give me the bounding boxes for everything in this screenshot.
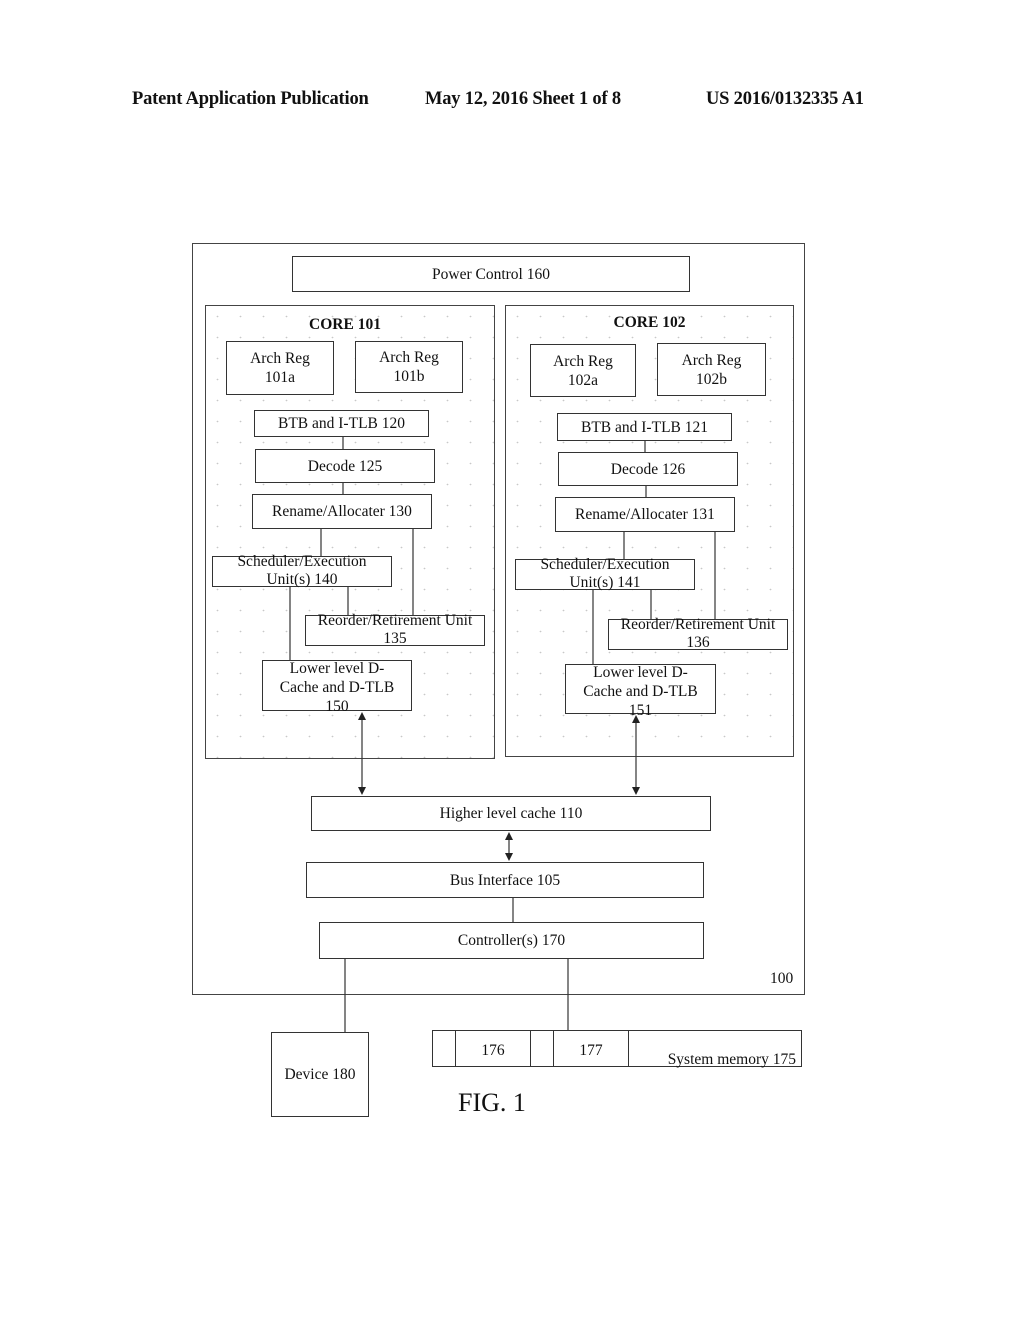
arch-reg-101b-label: Arch Reg 101b xyxy=(379,349,439,385)
decode-126-label: Decode 126 xyxy=(610,460,686,478)
rename-allocater-131: Rename/Allocater 131 xyxy=(555,497,735,532)
memory-segment-177: 177 xyxy=(553,1030,629,1067)
dcache-dtlb-150-label: Lower level D-Cache and D-TLB 150 xyxy=(279,660,395,715)
decode-125: Decode 125 xyxy=(255,449,435,483)
core-101-title: CORE 101 xyxy=(309,316,381,333)
btb-itlb-120-label: BTB and I-TLB 120 xyxy=(278,415,405,432)
arch-reg-101a: Arch Reg 101a xyxy=(226,341,334,395)
arch-reg-102b-label: Arch Reg 102b xyxy=(681,351,742,388)
decode-125-label: Decode 125 xyxy=(307,457,383,475)
dcache-dtlb-151-label: Lower level D-Cache and D-TLB 151 xyxy=(583,664,698,719)
figure-caption: FIG. 1 xyxy=(458,1088,526,1117)
scheduler-execution-141-label: Scheduler/Execution Unit(s) 141 xyxy=(540,556,670,591)
memory-segment-176-label: 176 xyxy=(481,1042,505,1059)
scheduler-execution-140: Scheduler/Execution Unit(s) 140 xyxy=(212,553,392,588)
arch-reg-102b: Arch Reg 102b xyxy=(657,343,766,396)
memory-segment-177-label: 177 xyxy=(579,1042,603,1059)
power-control-box: Power Control 160 xyxy=(292,256,690,292)
dcache-dtlb-150: Lower level D-Cache and D-TLB 150 xyxy=(262,660,412,715)
arch-reg-101b: Arch Reg 101b xyxy=(355,341,463,393)
higher-level-cache-110-label: Higher level cache 110 xyxy=(439,805,583,822)
memory-segment-blank-1 xyxy=(432,1030,456,1067)
patent-number: US 2016/0132335 A1 xyxy=(706,89,864,109)
reorder-retirement-135-label: Reorder/Retirement Unit 135 xyxy=(317,612,473,647)
date-sheet: May 12, 2016 Sheet 1 of 8 xyxy=(425,89,621,109)
bus-interface-105: Bus Interface 105 xyxy=(306,862,704,898)
reorder-retirement-135: Reorder/Retirement Unit 135 xyxy=(305,612,485,647)
system-memory-175: System memory 175 xyxy=(628,1030,802,1068)
dcache-dtlb-151: Lower level D-Cache and D-TLB 151 xyxy=(565,664,716,719)
arch-reg-102a-label: Arch Reg 102a xyxy=(553,352,613,389)
power-control-label: Power Control 160 xyxy=(432,265,550,283)
bus-interface-105-label: Bus Interface 105 xyxy=(449,871,561,889)
scheduler-execution-141: Scheduler/Execution Unit(s) 141 xyxy=(515,556,695,591)
reorder-retirement-136: Reorder/Retirement Unit 136 xyxy=(608,616,788,651)
controllers-170-label: Controller(s) 170 xyxy=(457,932,566,949)
reorder-retirement-136-label: Reorder/Retirement Unit 136 xyxy=(620,616,776,651)
memory-segment-176: 176 xyxy=(455,1030,531,1067)
btb-itlb-121: BTB and I-TLB 121 xyxy=(557,413,732,441)
arch-reg-102a: Arch Reg 102a xyxy=(530,344,636,397)
decode-126: Decode 126 xyxy=(558,452,738,486)
processor-label: 100 xyxy=(770,970,794,987)
btb-itlb-120: BTB and I-TLB 120 xyxy=(254,410,429,437)
controllers-170: Controller(s) 170 xyxy=(319,922,704,959)
publication-title: Patent Application Publication xyxy=(132,89,369,109)
arch-reg-101a-label: Arch Reg 101a xyxy=(250,350,310,386)
device-180-label: Device 180 xyxy=(284,1066,356,1083)
device-180: Device 180 xyxy=(271,1032,369,1117)
system-memory-175-label: System memory 175 xyxy=(667,1051,796,1068)
memory-segment-blank-2 xyxy=(530,1030,554,1067)
higher-level-cache-110: Higher level cache 110 xyxy=(311,796,711,831)
rename-allocater-131-label: Rename/Allocater 131 xyxy=(575,506,715,523)
scheduler-execution-140-label: Scheduler/Execution Unit(s) 140 xyxy=(237,553,367,588)
rename-allocater-130-label: Rename/Allocater 130 xyxy=(272,503,412,520)
core-102-title: CORE 102 xyxy=(613,314,686,331)
rename-allocater-130: Rename/Allocater 130 xyxy=(252,494,432,529)
btb-itlb-121-label: BTB and I-TLB 121 xyxy=(581,418,708,436)
